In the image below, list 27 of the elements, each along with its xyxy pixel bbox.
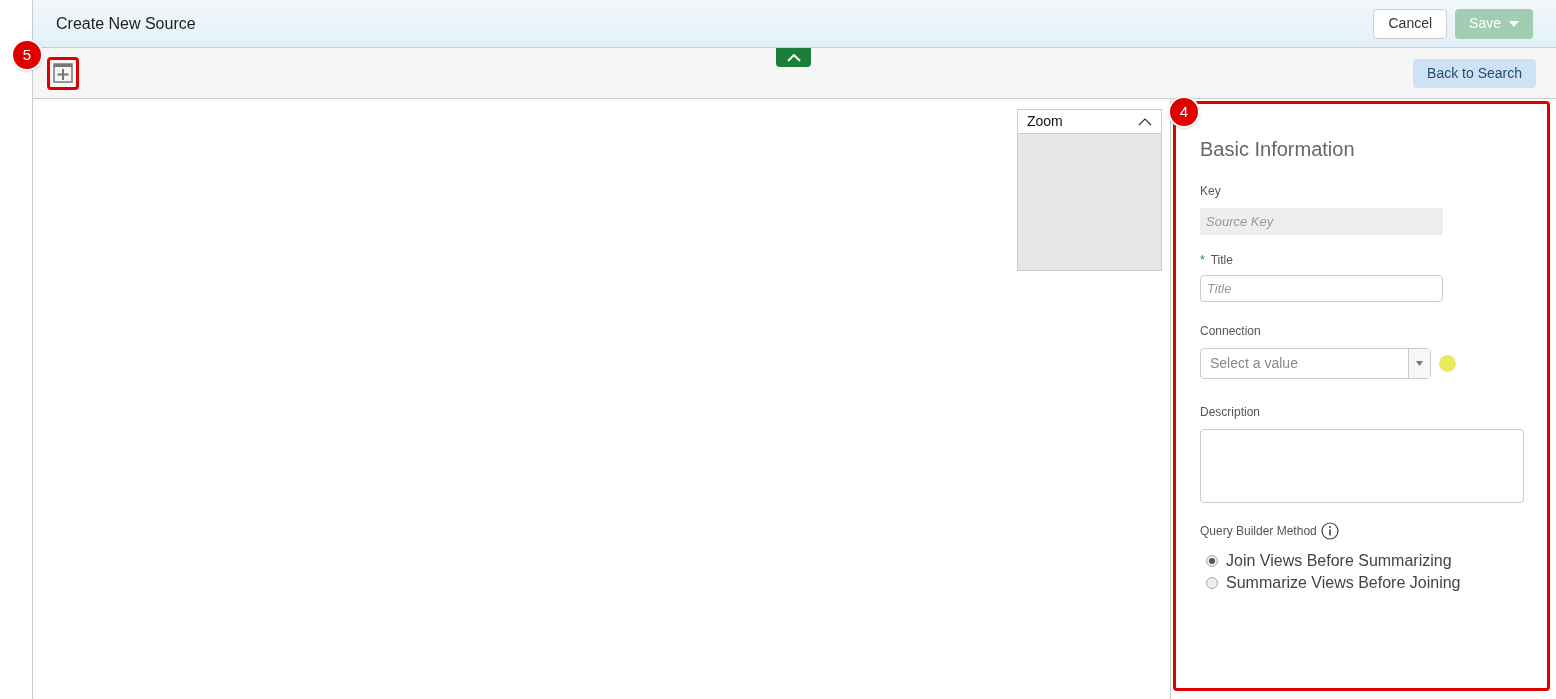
caret-icon (1509, 20, 1519, 27)
radio-option[interactable]: Summarize Views Before Joining (1206, 572, 1523, 594)
field-label: Connection (1200, 323, 1262, 340)
radio-button[interactable] (1206, 577, 1218, 589)
description-field[interactable] (1200, 429, 1524, 503)
info-icon[interactable] (1320, 522, 1339, 540)
callout-number: 4 (1168, 96, 1200, 128)
field-label: Description (1200, 404, 1262, 421)
zoom-title: Zoom (1027, 112, 1063, 131)
chevron-up-icon[interactable] (1138, 117, 1152, 126)
connection-dropdown[interactable]: Select a value (1200, 348, 1431, 379)
field-label: Query Builder Method (1200, 523, 1317, 540)
add-panel-icon[interactable] (53, 63, 73, 83)
chevron-up-icon (786, 53, 801, 62)
title-field[interactable]: Title (1200, 275, 1443, 302)
page-title: Create New Source (56, 13, 196, 34)
caret-icon (1416, 361, 1423, 366)
radio-option[interactable]: Join Views Before Summarizing (1206, 550, 1523, 572)
required-marker: * (1200, 252, 1205, 269)
radio-button[interactable] (1206, 555, 1218, 567)
cancel-button[interactable]: Cancel (1373, 8, 1448, 39)
section-heading: Basic Information (1200, 137, 1356, 162)
field-label: Key (1200, 183, 1222, 200)
back-to-search-button[interactable]: Back to Search (1413, 58, 1536, 88)
collapse-button[interactable] (776, 48, 811, 67)
dropdown-placeholder: Select a value (1209, 354, 1299, 373)
field-label: Title (1210, 252, 1233, 269)
